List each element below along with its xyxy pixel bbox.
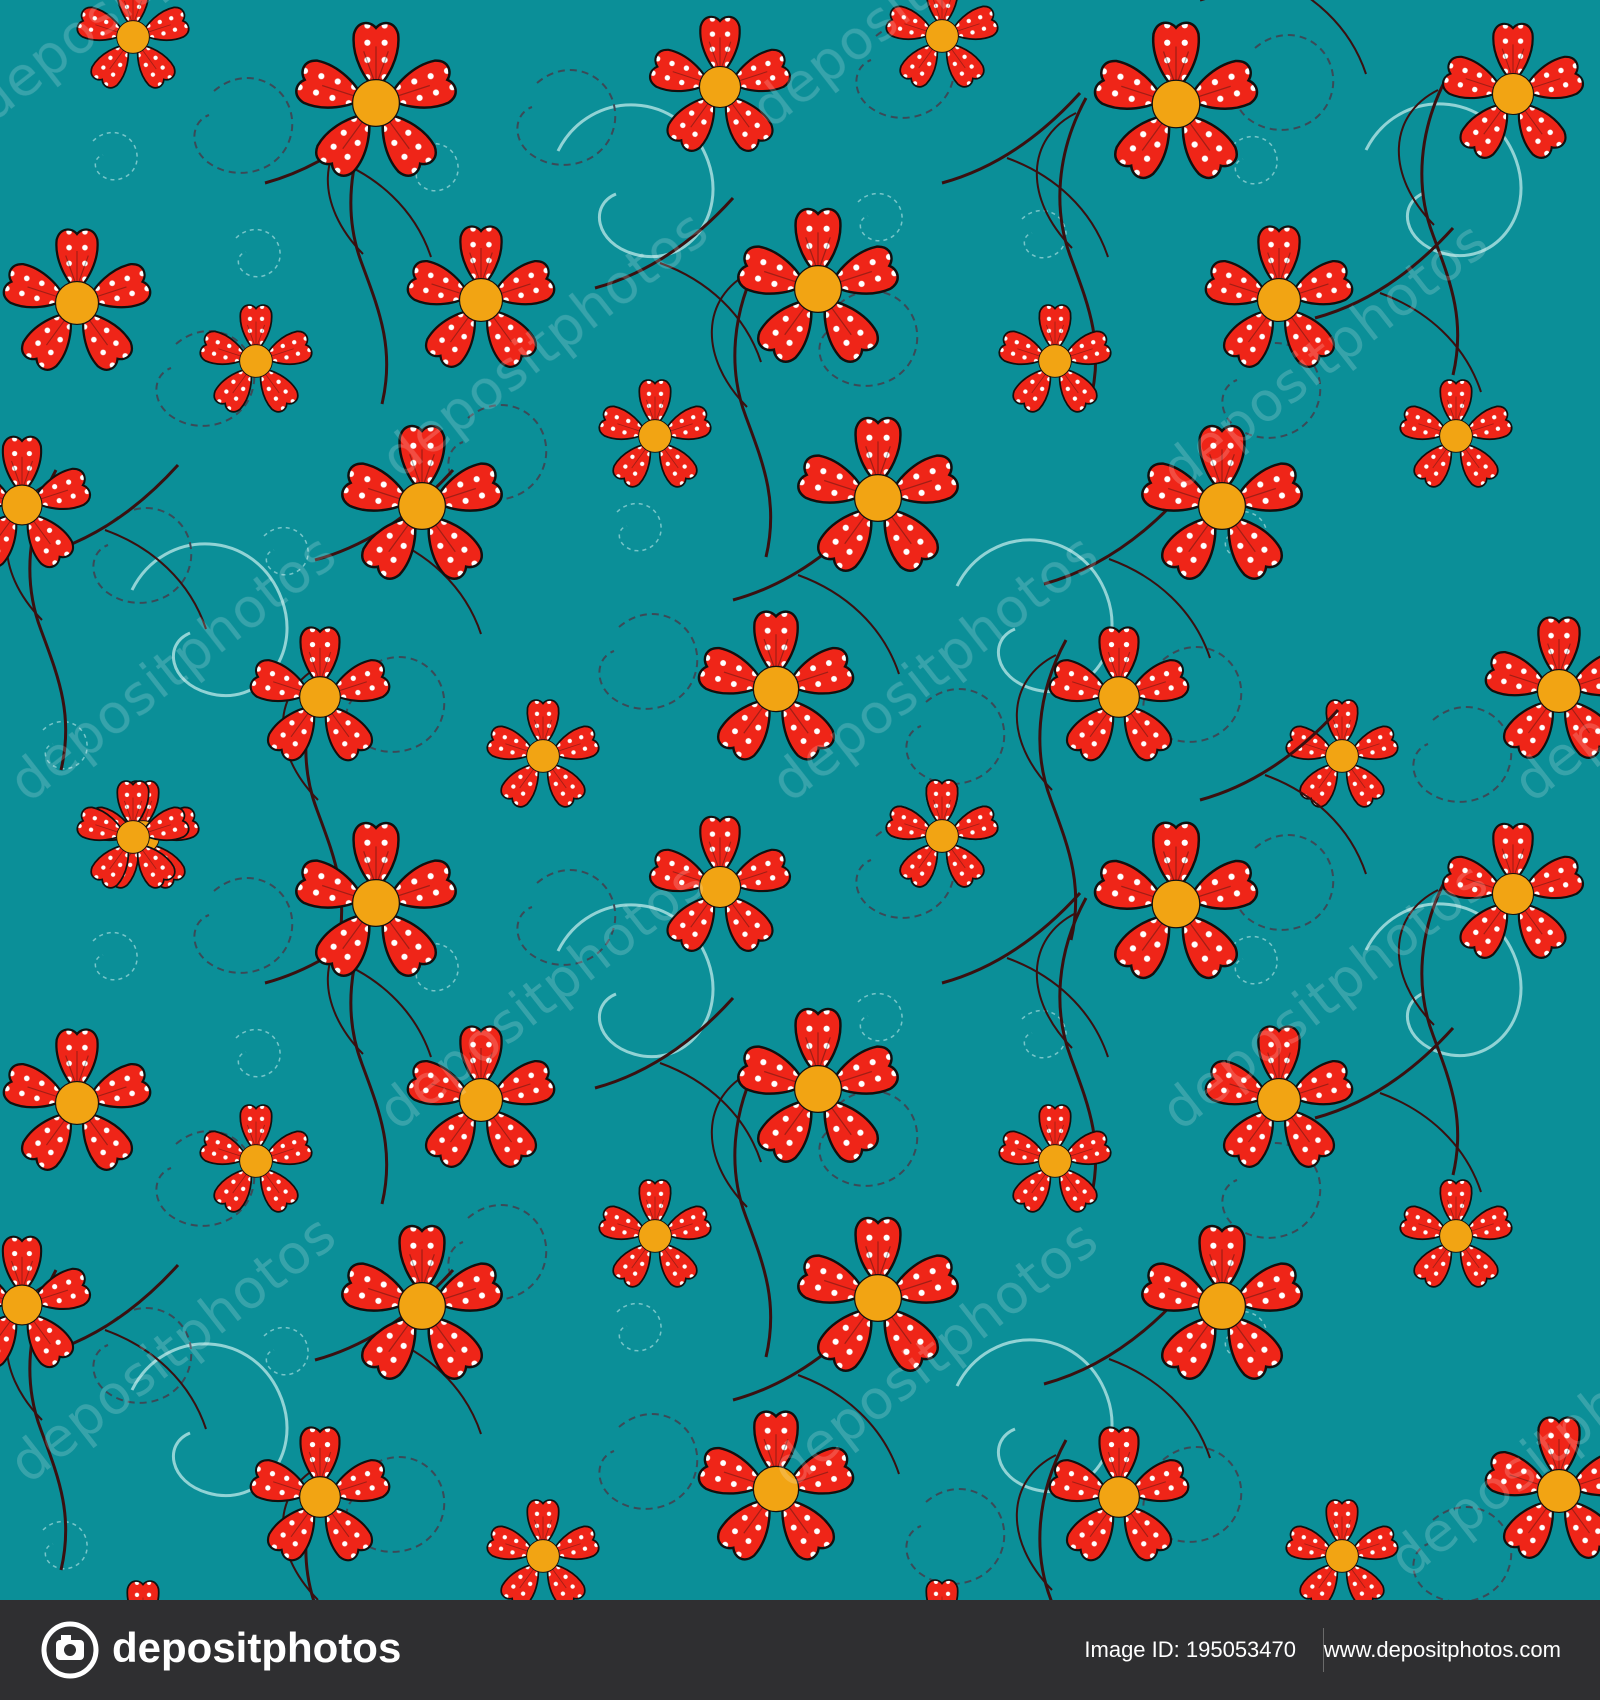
depositphotos-logo-icon <box>41 1621 99 1679</box>
stock-footer: depositphotos Image ID: 195053470 www.de… <box>0 1600 1600 1700</box>
floral-pattern-artwork: depositphotos depositphotos depositphoto… <box>0 0 1600 1600</box>
footer-image-id: Image ID: 195053470 <box>1084 1637 1296 1662</box>
footer-brand: depositphotos <box>112 1624 402 1671</box>
footer-url: www.depositphotos.com <box>1323 1637 1561 1662</box>
